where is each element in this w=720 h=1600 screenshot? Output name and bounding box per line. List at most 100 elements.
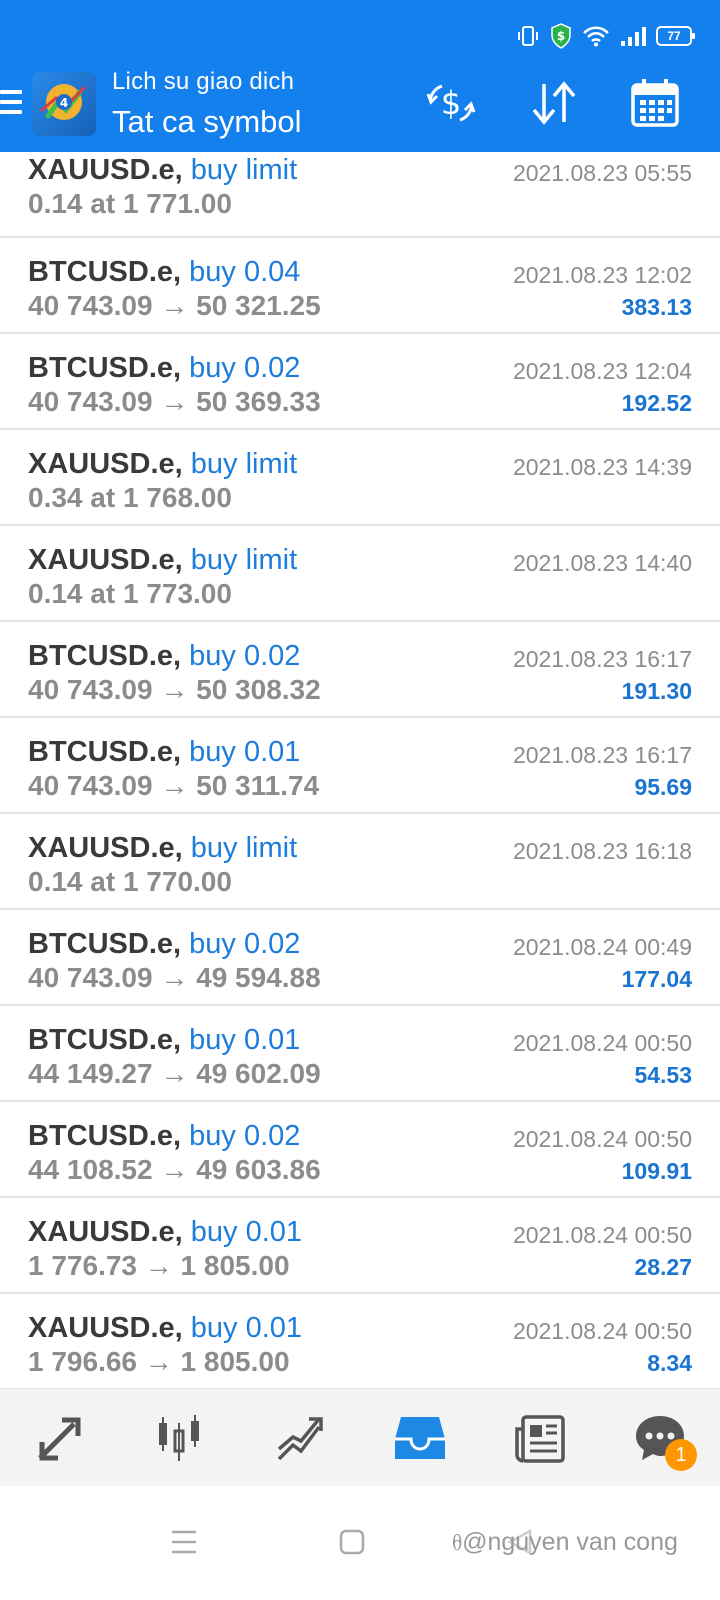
menu-icon[interactable] — [0, 90, 22, 116]
calendar-button[interactable] — [628, 76, 682, 130]
order-time: 2021.08.23 16:17 — [512, 646, 692, 672]
order-row[interactable]: BTCUSD.e, buy 0.02 40 743.09 → 50 308.32 2… — [0, 622, 720, 718]
order-time: 2021.08.24 00:50 — [512, 1222, 692, 1248]
order-symbol: BTCUSD.e, buy 0.04 — [28, 256, 300, 289]
order-type: buy 0.01 — [190, 1312, 303, 1344]
order-type: buy limit — [190, 832, 298, 864]
symbol-name: BTCUSD.e, — [28, 736, 182, 768]
shield-icon: $ — [551, 23, 571, 49]
home-button[interactable] — [322, 1512, 382, 1572]
order-type: buy limit — [190, 154, 298, 186]
symbol-name: BTCUSD.e, — [28, 640, 182, 672]
recent-apps-button[interactable] — [154, 1512, 214, 1572]
order-price: 0.14 at 1 771.00 — [28, 188, 232, 219]
order-price: 0.34 at 1 768.00 — [28, 482, 232, 513]
symbol-name: XAUUSD.e, — [28, 832, 183, 864]
quotes-icon — [38, 1417, 81, 1460]
nav-quotes[interactable] — [0, 1389, 120, 1486]
watermark: ᦲ@nguyen van cong — [452, 1528, 678, 1557]
nav-news[interactable] — [480, 1389, 600, 1486]
signal-icon — [621, 27, 646, 46]
order-price: 40 743.09 → 49 594.88 — [28, 962, 321, 993]
order-type: buy 0.02 — [189, 1120, 301, 1152]
symbol-name: BTCUSD.e, — [28, 1120, 182, 1152]
order-time: 2021.08.23 16:17 — [512, 742, 692, 768]
symbol-name: BTCUSD.e, — [28, 256, 182, 288]
order-row[interactable]: XAUUSD.e, buy limit 0.34 at 1 768.00 2021.… — [0, 430, 720, 526]
order-row[interactable]: XAUUSD.e, buy limit 0.14 at 1 770.00 2021.… — [0, 814, 720, 910]
order-time: 2021.08.24 00:49 — [512, 934, 692, 960]
order-type: buy 0.04 — [189, 256, 301, 288]
watermark-text: @nguyen van cong — [462, 1528, 678, 1556]
order-row[interactable]: BTCUSD.e, buy 0.01 44 149.27 → 49 602.09 2… — [0, 1006, 720, 1102]
history-list: XAUUSD.e, buy limit 0.14 at 1 771.00 2021.… — [0, 152, 720, 1390]
order-symbol: XAUUSD.e, buy limit — [28, 544, 297, 577]
order-price: 1 776.73 → 1 805.00 — [28, 1250, 290, 1281]
order-price: 40 743.09 → 50 311.74 — [28, 770, 320, 801]
nav-trade[interactable] — [240, 1389, 360, 1486]
currency-exchange-button[interactable]: $ — [424, 76, 478, 130]
symbol-filter[interactable]: Tat ca symbol — [112, 104, 302, 140]
order-profit: 177.04 — [621, 966, 692, 992]
vibrate-icon — [518, 26, 538, 46]
bottom-nav: 1 — [0, 1388, 720, 1486]
order-symbol: XAUUSD.e, buy limit — [28, 832, 297, 865]
battery-indicator: 77 — [656, 26, 695, 46]
nav-chart[interactable] — [120, 1389, 240, 1486]
order-row[interactable]: BTCUSD.e, buy 0.02 40 743.09 → 49 594.88 2… — [0, 910, 720, 1006]
order-profit: 191.30 — [621, 678, 692, 704]
order-time: 2021.08.24 00:50 — [512, 1318, 692, 1344]
nav-chat[interactable]: 1 — [600, 1389, 720, 1486]
order-type: buy limit — [190, 448, 298, 480]
page-title: Lich su giao dich — [112, 68, 295, 95]
svg-text:$: $ — [441, 84, 461, 122]
order-time: 2021.08.23 14:40 — [512, 550, 692, 576]
order-profit: 28.27 — [634, 1254, 692, 1280]
order-row[interactable]: XAUUSD.e, buy limit 0.14 at 1 771.00 2021.… — [0, 152, 720, 238]
system-nav-bar: ᦲ@nguyen van cong — [0, 1486, 720, 1600]
order-profit: 8.34 — [647, 1350, 692, 1376]
order-symbol: BTCUSD.e, buy 0.02 — [28, 928, 300, 961]
symbol-name: XAUUSD.e, — [28, 1312, 183, 1344]
order-profit: 192.52 — [621, 390, 692, 416]
order-row[interactable]: XAUUSD.e, buy limit 0.14 at 1 773.00 2021.… — [0, 526, 720, 622]
order-time: 2021.08.23 16:18 — [512, 838, 692, 864]
order-row[interactable]: BTCUSD.e, buy 0.04 40 743.09 → 50 321.25 2… — [0, 238, 720, 334]
recent-apps-icon — [172, 1530, 196, 1554]
order-time: 2021.08.23 14:39 — [512, 454, 692, 480]
order-time: 2021.08.23 12:04 — [512, 358, 692, 384]
sort-button[interactable] — [526, 76, 580, 130]
order-type: buy 0.02 — [189, 928, 301, 960]
order-price: 40 743.09 → 50 308.32 — [28, 674, 321, 705]
watermark-logo-icon: ᦲ — [452, 1530, 463, 1555]
order-time: 2021.08.24 00:50 — [512, 1030, 692, 1056]
app-logo: 4 — [32, 72, 96, 136]
order-row[interactable]: XAUUSD.e, buy 0.01 1 796.66 → 1 805.00 202… — [0, 1294, 720, 1390]
order-row[interactable]: XAUUSD.e, buy 0.01 1 776.73 → 1 805.00 202… — [0, 1198, 720, 1294]
order-symbol: XAUUSD.e, buy 0.01 — [28, 1216, 302, 1249]
order-profit: 95.69 — [634, 774, 692, 800]
order-row[interactable]: BTCUSD.e, buy 0.01 40 743.09 → 50 311.74 2… — [0, 718, 720, 814]
symbol-name: BTCUSD.e, — [28, 928, 182, 960]
order-row[interactable]: BTCUSD.e, buy 0.02 40 743.09 → 50 369.33 2… — [0, 334, 720, 430]
app-header: $ 77 4 Lich su giao dich Tat ca symbol $ — [0, 0, 720, 152]
order-price: 44 108.52 → 49 603.86 — [28, 1154, 321, 1185]
order-price: 1 796.66 → 1 805.00 — [28, 1346, 290, 1377]
order-symbol: BTCUSD.e, buy 0.02 — [28, 1120, 300, 1153]
symbol-name: XAUUSD.e, — [28, 1216, 183, 1248]
symbol-name: BTCUSD.e, — [28, 1024, 182, 1056]
trade-icon — [277, 1416, 323, 1460]
svg-text:$: $ — [557, 29, 565, 43]
calendar-icon — [631, 79, 679, 127]
order-symbol: BTCUSD.e, buy 0.01 — [28, 736, 300, 769]
nav-history[interactable] — [360, 1389, 480, 1486]
order-row[interactable]: BTCUSD.e, buy 0.02 44 108.52 → 49 603.86 2… — [0, 1102, 720, 1198]
chat-badge: 1 — [665, 1439, 697, 1471]
order-type: buy 0.01 — [189, 1024, 301, 1056]
order-type: buy 0.02 — [189, 352, 301, 384]
order-price: 40 743.09 → 50 321.25 — [28, 290, 321, 321]
order-symbol: BTCUSD.e, buy 0.02 — [28, 352, 300, 385]
order-price: 0.14 at 1 773.00 — [28, 578, 232, 609]
order-type: buy limit — [190, 544, 298, 576]
order-profit: 109.91 — [621, 1158, 692, 1184]
